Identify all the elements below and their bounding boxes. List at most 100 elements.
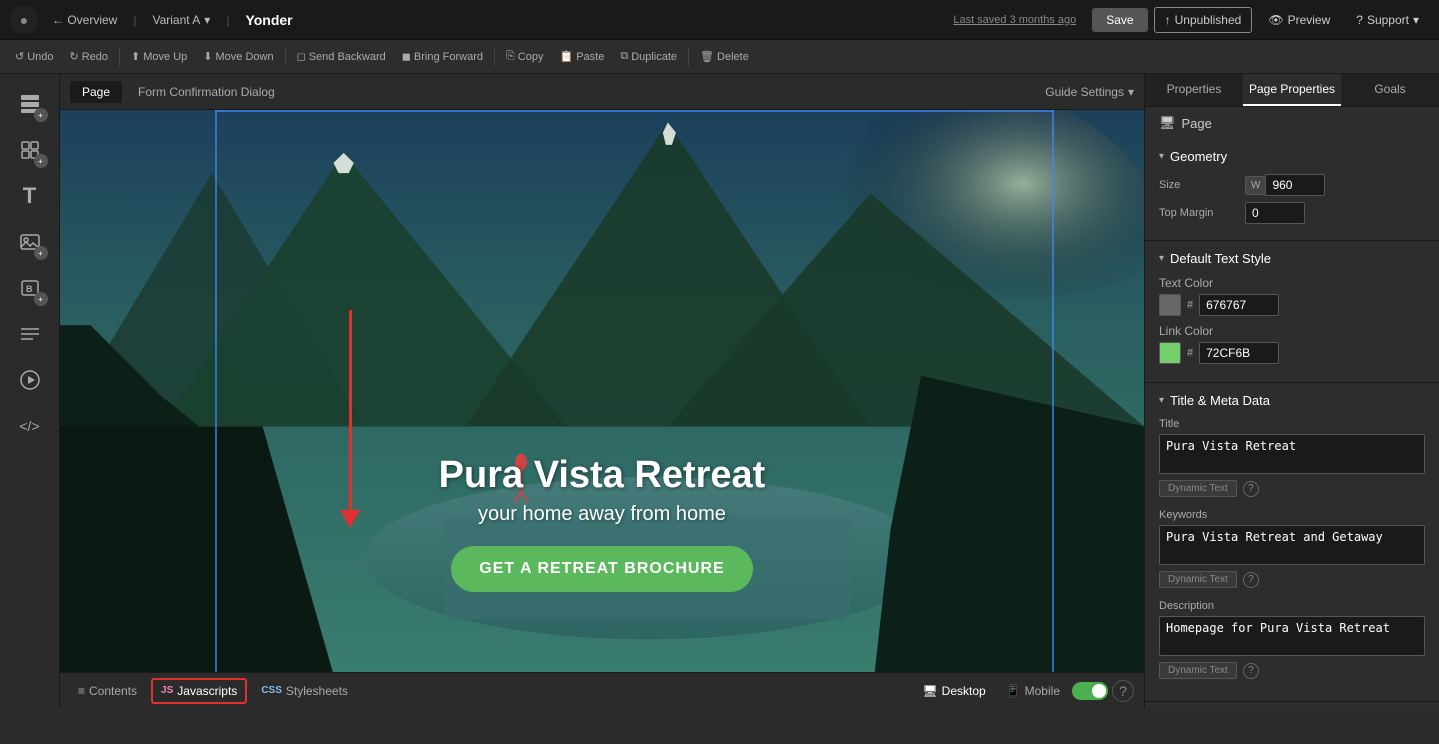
geometry-section-header[interactable]: ▾ Geometry <box>1159 149 1425 164</box>
sidebar-tool-image[interactable]: + <box>8 220 52 264</box>
javascripts-button[interactable]: JS Javascripts <box>151 678 247 704</box>
link-color-label: Link Color <box>1159 324 1425 338</box>
variant-selector[interactable]: Variant A ▾ <box>144 9 218 31</box>
title-textarea[interactable] <box>1159 434 1425 474</box>
page-headline[interactable]: Pura Vista Retreat <box>439 454 766 497</box>
undo-icon: ↺ <box>15 50 24 63</box>
contents-button[interactable]: ≡ Contents <box>70 680 145 702</box>
text-color-row: # <box>1159 294 1425 316</box>
sidebar-tool-code[interactable]: </> <box>8 404 52 448</box>
chevron-down-icon-support: ▾ <box>1413 13 1419 27</box>
text-color-input[interactable] <box>1199 294 1279 316</box>
upload-icon: ↑ <box>1165 13 1171 27</box>
description-dynamic-text-badge[interactable]: Dynamic Text <box>1159 662 1237 679</box>
keywords-textarea[interactable] <box>1159 525 1425 565</box>
stylesheets-button[interactable]: CSS Stylesheets <box>253 680 356 702</box>
copy-button[interactable]: ⎘ Copy <box>499 47 551 66</box>
description-dynamic-help[interactable]: ? <box>1243 663 1259 679</box>
title-dynamic-text-badge[interactable]: Dynamic Text <box>1159 480 1237 497</box>
unpublished-button[interactable]: ↑ Unpublished <box>1154 7 1253 33</box>
keywords-dynamic-text-badge[interactable]: Dynamic Text <box>1159 571 1237 588</box>
edit-toolbar: ↺ Undo ↻ Redo ⬆ Move Up ⬇ Move Down ◻ Se… <box>0 40 1439 74</box>
top-navigation: ● ← Overview | Variant A ▾ | Yonder Last… <box>0 0 1439 40</box>
tab-page-properties[interactable]: Page Properties <box>1243 74 1341 106</box>
title-label: Title <box>1159 418 1425 430</box>
canvas-content[interactable]: Pura Vista Retreat your home away from h… <box>60 110 1144 672</box>
right-panel-tabs: Properties Page Properties Goals <box>1145 74 1439 107</box>
send-backward-button[interactable]: ◻ Send Backward <box>290 47 393 66</box>
nav-divider: | <box>133 13 136 27</box>
delete-button[interactable]: 🗑 Delete <box>693 47 756 66</box>
send-backward-icon: ◻ <box>297 50 306 63</box>
link-color-input[interactable] <box>1199 342 1279 364</box>
toolbar-separator-2 <box>285 48 286 66</box>
toolbar-separator-3 <box>494 48 495 66</box>
text-color-hash: # <box>1187 299 1193 311</box>
desktop-button[interactable]: 🖥 Desktop <box>914 680 993 702</box>
width-input[interactable] <box>1265 174 1325 196</box>
bring-forward-icon: ◼ <box>402 50 411 63</box>
text-style-section-header[interactable]: ▾ Default Text Style <box>1159 251 1425 266</box>
text-color-label: Text Color <box>1159 276 1425 290</box>
redo-button[interactable]: ↻ Redo <box>63 47 116 66</box>
title-meta-section-header[interactable]: ▾ Title & Meta Data <box>1159 393 1425 408</box>
size-label: Size <box>1159 179 1239 191</box>
cta-button[interactable]: GET A RETREAT BROCHURE <box>451 546 752 592</box>
trash-icon: 🗑 <box>700 50 714 63</box>
tab-goals[interactable]: Goals <box>1341 74 1439 106</box>
keywords-dynamic-help[interactable]: ? <box>1243 572 1259 588</box>
mobile-button[interactable]: 📱 Mobile <box>998 680 1068 702</box>
toolbar-separator <box>119 48 120 66</box>
guide-settings-button[interactable]: Guide Settings ▾ <box>1045 85 1134 99</box>
duplicate-button[interactable]: ⧉ Duplicate <box>613 47 684 66</box>
move-up-button[interactable]: ⬆ Move Up <box>124 47 194 66</box>
svg-text:B: B <box>26 284 33 294</box>
mobile-toggle[interactable] <box>1072 682 1108 700</box>
preview-button[interactable]: 👁 Preview <box>1258 8 1340 32</box>
redo-icon: ↻ <box>70 50 79 63</box>
overview-back-button[interactable]: ← Overview <box>44 9 125 31</box>
sidebar-tool-section[interactable]: + <box>8 82 52 126</box>
move-up-icon: ⬆ <box>131 50 140 63</box>
save-button[interactable]: Save <box>1092 8 1147 32</box>
last-saved-label[interactable]: Last saved 3 months ago <box>953 14 1076 26</box>
canvas-help-button[interactable]: ? <box>1112 680 1134 702</box>
top-margin-input[interactable] <box>1245 202 1305 224</box>
undo-button[interactable]: ↺ Undo <box>8 47 61 66</box>
description-dynamic-text-row: Dynamic Text ? <box>1159 662 1425 679</box>
description-field: Description Dynamic Text ? <box>1159 600 1425 679</box>
tab-form-confirmation[interactable]: Form Confirmation Dialog <box>126 81 287 103</box>
chevron-down-icon-guide: ▾ <box>1128 85 1134 99</box>
paste-button[interactable]: 📋 Paste <box>552 47 611 66</box>
sidebar-tool-text[interactable]: T <box>8 174 52 218</box>
toolbar-separator-4 <box>688 48 689 66</box>
css-icon: CSS <box>261 685 282 696</box>
tab-page[interactable]: Page <box>70 81 122 103</box>
keywords-field: Keywords Dynamic Text ? <box>1159 509 1425 588</box>
move-down-button[interactable]: ⬇ Move Down <box>196 47 280 66</box>
geometry-section: ▾ Geometry Size W Top Margin <box>1145 139 1439 241</box>
form-badge: + <box>34 292 48 306</box>
link-color-row: # <box>1159 342 1425 364</box>
title-dynamic-help[interactable]: ? <box>1243 481 1259 497</box>
sidebar-tool-form[interactable]: B + <box>8 266 52 310</box>
page-subheadline[interactable]: your home away from home <box>478 503 726 526</box>
sidebar-tool-video[interactable] <box>8 358 52 402</box>
brand-logo[interactable]: ● <box>10 6 38 34</box>
page-title: Yonder <box>237 12 300 28</box>
device-selector: 🖥 Desktop 📱 Mobile ? <box>914 680 1134 702</box>
link-color-swatch[interactable] <box>1159 342 1181 364</box>
sidebar-tool-list[interactable] <box>8 312 52 356</box>
paste-icon: 📋 <box>559 50 573 63</box>
widget-badge: + <box>34 154 48 168</box>
text-color-swatch[interactable] <box>1159 294 1181 316</box>
page-icon-row: 🖥 Page <box>1145 107 1439 139</box>
bring-forward-button[interactable]: ◼ Bring Forward <box>395 47 490 66</box>
chevron-down-text-style: ▾ <box>1159 253 1164 264</box>
sidebar-tool-widget[interactable]: + <box>8 128 52 172</box>
monitor-icon: 🖥 <box>1159 115 1176 131</box>
support-button[interactable]: ? Support ▾ <box>1346 8 1429 32</box>
description-textarea[interactable] <box>1159 616 1425 656</box>
tab-properties[interactable]: Properties <box>1145 74 1243 106</box>
desktop-icon: 🖥 <box>922 684 937 698</box>
